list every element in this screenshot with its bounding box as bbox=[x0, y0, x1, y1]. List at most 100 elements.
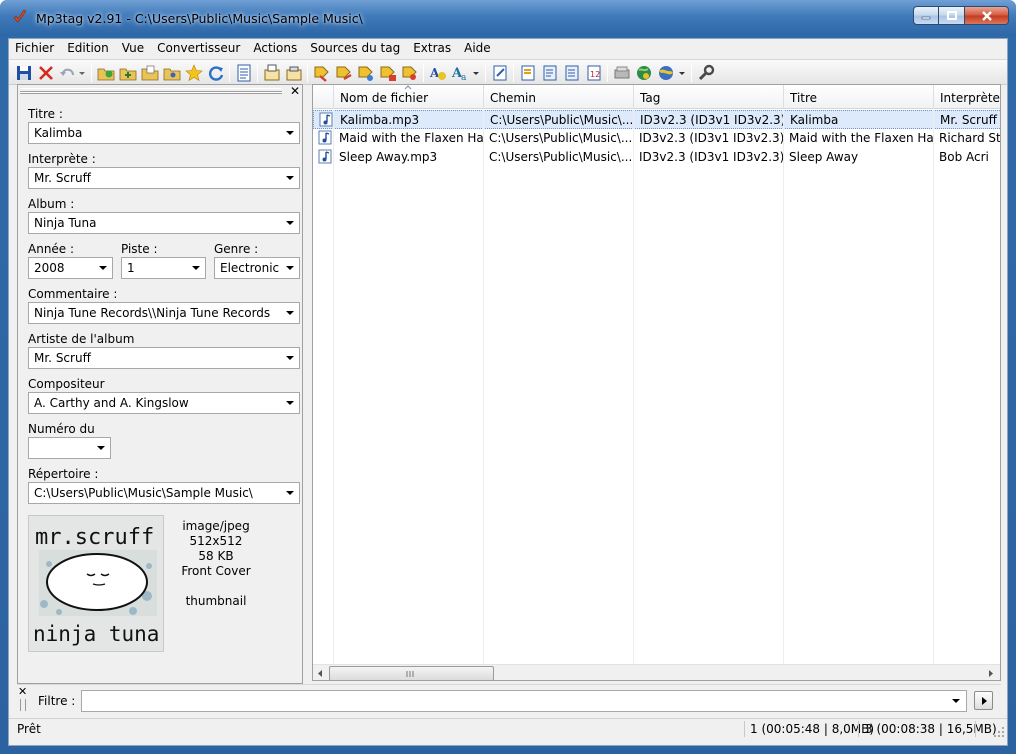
web-source-globe-icon[interactable] bbox=[635, 64, 653, 82]
add-directory-icon[interactable] bbox=[119, 64, 137, 82]
tag-panel: ✕ Titre : Kalimba Interprète : Mr. Scruf… bbox=[17, 84, 303, 684]
freedb-icon[interactable] bbox=[613, 64, 631, 82]
menu-extras[interactable]: Extras bbox=[407, 39, 458, 58]
chevron-down-icon bbox=[286, 401, 294, 405]
column-header-artist[interactable]: Interprète bbox=[934, 85, 1000, 109]
table-row[interactable]: Sleep Away.mp3 C:\Users\Public\Music\...… bbox=[313, 148, 1000, 167]
genre-combo[interactable]: Electronic bbox=[214, 257, 300, 279]
svg-text:mr.scruff: mr.scruff bbox=[35, 525, 154, 550]
genre-label: Genre : bbox=[214, 242, 259, 256]
playlist-icon[interactable] bbox=[563, 64, 581, 82]
cover-size: 58 KB bbox=[198, 549, 234, 563]
panel-grip[interactable] bbox=[20, 88, 282, 94]
edit-tag-icon[interactable] bbox=[491, 64, 509, 82]
audio-file-icon bbox=[318, 149, 332, 164]
favorites-star-icon[interactable] bbox=[185, 64, 203, 82]
menu-bar: Fichier Edition Vue Convertisseur Action… bbox=[9, 39, 1007, 58]
filename-filename-icon[interactable] bbox=[357, 64, 375, 82]
list-header-icon-col[interactable] bbox=[313, 85, 334, 109]
change-directory-icon[interactable] bbox=[97, 64, 115, 82]
chevron-down-icon bbox=[286, 266, 294, 270]
client-area: Fichier Edition Vue Convertisseur Action… bbox=[8, 38, 1008, 746]
scroll-left-icon[interactable] bbox=[316, 669, 324, 678]
filter-input[interactable] bbox=[81, 690, 967, 712]
filter-grip-icon[interactable] bbox=[20, 699, 26, 711]
undo-dropdown-icon[interactable] bbox=[77, 64, 87, 82]
column-header-title[interactable]: Titre bbox=[784, 85, 934, 109]
open-folder-icon[interactable] bbox=[141, 64, 159, 82]
table-row[interactable]: Maid with the Flaxen Ha... C:\Users\Publ… bbox=[313, 129, 1000, 148]
comment-combo[interactable]: Ninja Tune Records\\Ninja Tune Records bbox=[28, 302, 300, 324]
menu-edition[interactable]: Edition bbox=[61, 39, 116, 58]
column-header-tag[interactable]: Tag bbox=[634, 85, 784, 109]
menu-actions[interactable]: Actions bbox=[247, 39, 304, 58]
minimize-button[interactable] bbox=[913, 6, 939, 25]
undo-icon[interactable] bbox=[59, 64, 77, 82]
chevron-down-icon bbox=[286, 176, 294, 180]
menu-convertisseur[interactable]: Convertisseur bbox=[151, 39, 247, 58]
directory-combo[interactable]: C:\Users\Public\Music\Sample Music\ bbox=[28, 482, 300, 504]
case-dropdown-icon[interactable] bbox=[471, 64, 481, 82]
table-row[interactable]: Kalimba.mp3 C:\Users\Public\Music\... ID… bbox=[313, 110, 1000, 129]
cover-art[interactable]: mr.scruff ninja tuna bbox=[28, 515, 164, 652]
save-icon[interactable] bbox=[15, 64, 33, 82]
play-arrow-icon bbox=[982, 697, 987, 705]
chevron-down-icon bbox=[286, 491, 294, 495]
audio-file-icon bbox=[319, 112, 333, 127]
artist-combo[interactable]: Mr. Scruff bbox=[28, 167, 300, 189]
refresh-icon[interactable] bbox=[207, 64, 225, 82]
composer-combo[interactable]: A. Carthy and A. Kingslow bbox=[28, 392, 300, 414]
tag-tag-icon[interactable] bbox=[401, 64, 419, 82]
comment-label: Commentaire : bbox=[28, 287, 118, 301]
tag-filename-icon[interactable] bbox=[313, 64, 331, 82]
paste-tag-icon[interactable] bbox=[285, 64, 303, 82]
autonumber-icon[interactable]: A bbox=[429, 64, 447, 82]
disc-number-combo[interactable] bbox=[28, 437, 111, 459]
menu-vue[interactable]: Vue bbox=[116, 39, 151, 58]
case-conversion-icon[interactable]: Aa bbox=[451, 64, 469, 82]
copy-tag-icon[interactable] bbox=[263, 64, 281, 82]
artist-label: Interprète : bbox=[28, 152, 96, 166]
close-button[interactable] bbox=[965, 6, 1009, 25]
export-icon[interactable] bbox=[519, 64, 537, 82]
minimize-icon bbox=[921, 16, 931, 19]
column-header-path[interactable]: Chemin bbox=[484, 85, 634, 109]
cover-info: image/jpeg 512x512 58 KB Front Cover thu… bbox=[166, 519, 266, 609]
status-selected: 1 (00:05:48 | 8,0MB) bbox=[750, 722, 875, 736]
disc-number-label: Numéro du bbox=[28, 422, 95, 436]
horizontal-scrollbar[interactable] bbox=[313, 664, 1000, 680]
filename-tag-icon[interactable] bbox=[335, 64, 353, 82]
window-controls bbox=[913, 6, 1009, 26]
filter-apply-button[interactable] bbox=[974, 691, 993, 710]
title-bar[interactable]: Mp3tag v2.91 - C:\Users\Public\Music\Sam… bbox=[0, 0, 1016, 36]
scroll-right-icon[interactable] bbox=[987, 669, 995, 678]
menu-sources-du-tag[interactable]: Sources du tag bbox=[304, 39, 407, 58]
export-html-icon[interactable] bbox=[541, 64, 559, 82]
svg-text:12: 12 bbox=[590, 70, 600, 79]
numbering-icon[interactable]: 12 bbox=[585, 64, 603, 82]
menu-fichier[interactable]: Fichier bbox=[9, 39, 61, 58]
album-artist-combo[interactable]: Mr. Scruff bbox=[28, 347, 300, 369]
chevron-down-icon bbox=[286, 131, 294, 135]
album-combo[interactable]: Ninja Tuna bbox=[28, 212, 300, 234]
options-wrench-icon[interactable] bbox=[697, 64, 715, 82]
title-combo[interactable]: Kalimba bbox=[28, 122, 300, 144]
maximize-button[interactable] bbox=[939, 6, 965, 25]
panel-close-icon[interactable]: ✕ bbox=[290, 85, 300, 97]
remove-tag-icon[interactable] bbox=[37, 64, 55, 82]
tag-sources-dropdown-icon[interactable] bbox=[677, 64, 687, 82]
track-combo[interactable]: 1 bbox=[121, 257, 206, 279]
menu-aide[interactable]: Aide bbox=[458, 39, 498, 58]
chevron-down-icon[interactable] bbox=[952, 699, 960, 703]
cover-dimensions: 512x512 bbox=[189, 534, 243, 548]
filter-close-icon[interactable]: ✕ bbox=[18, 685, 27, 698]
tag-sources-globe-icon[interactable] bbox=[657, 64, 675, 82]
track-label: Piste : bbox=[121, 242, 158, 256]
text-file-tag-icon[interactable] bbox=[379, 64, 397, 82]
column-header-filename[interactable]: Nom de fichier bbox=[334, 85, 484, 109]
playlist-folder-icon[interactable] bbox=[163, 64, 181, 82]
scrollbar-thumb[interactable] bbox=[329, 666, 494, 680]
extended-tags-icon[interactable] bbox=[235, 64, 253, 82]
year-combo[interactable]: 2008 bbox=[28, 257, 113, 279]
resize-grip-icon[interactable] bbox=[994, 727, 1005, 738]
